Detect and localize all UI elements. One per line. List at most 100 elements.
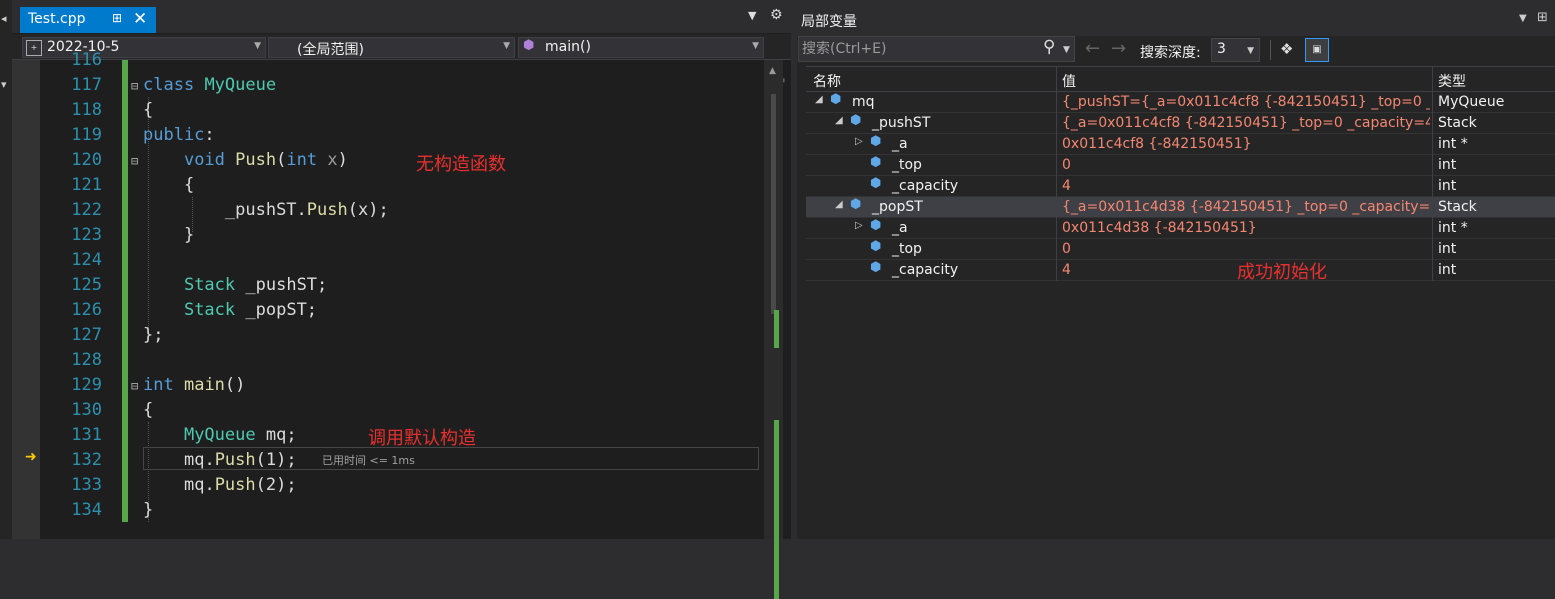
column-separator[interactable] [1432, 67, 1433, 91]
code-line-118[interactable]: { [143, 100, 153, 120]
row-value: 0 [1062, 241, 1071, 257]
line-number: 118 [71, 100, 102, 120]
locals-row[interactable]: ▷ ⬢ _a 0x011c4cf8 {-842150451} int * [806, 134, 1555, 155]
column-separator[interactable] [1056, 67, 1057, 91]
column-separator [1056, 239, 1057, 260]
line-number: 124 [71, 250, 102, 270]
scope-dropdown[interactable]: (全局范围) ▼ [268, 37, 515, 58]
locals-row[interactable]: ⬢ _top 0 int [806, 155, 1555, 176]
search-icon[interactable]: ⚲ [1043, 37, 1055, 57]
field-icon: ⬢ [850, 113, 862, 128]
line-number: 125 [71, 275, 102, 295]
project-icon: + [26, 40, 42, 56]
locals-row[interactable]: ⬢ _capacity 4 int [806, 260, 1555, 281]
code-line-132[interactable]: mq.Push(1); [143, 450, 297, 470]
column-separator [1432, 134, 1433, 155]
navigation-bar: + 2022-10-5 ▼ (全局范围) ▼ ⬢ main() ▼ ➕ [12, 34, 791, 90]
left-tool-strip: ◂ ▾ [0, 0, 12, 539]
member-variable: _pushST [224, 200, 297, 220]
fold-toggle-icon[interactable]: ⊟ [131, 379, 138, 393]
column-header-value[interactable]: 值 [1062, 71, 1076, 91]
expand-arrow-icon[interactable]: ▷ [855, 220, 863, 231]
brace: } [183, 225, 195, 245]
column-separator [1056, 134, 1057, 155]
window-menu-dropdown-icon[interactable]: ▼ [1519, 13, 1527, 24]
hex-icon: ▣ [1312, 44, 1322, 55]
locals-row[interactable]: ◢ ⬢ mq {_pushST={_a=0x011c4cf8 {-8421504… [806, 92, 1555, 113]
row-name: _pushST [872, 115, 931, 131]
glyph-margin[interactable] [12, 60, 40, 539]
row-value: {_pushST={_a=0x011c4cf8 {-842150451} _to… [1062, 94, 1430, 110]
collapse-arrow-icon[interactable]: ◢ [815, 94, 823, 105]
method-icon: ⬢ [523, 38, 535, 53]
tab-test-cpp[interactable]: Test.cpp ⊞ ✕ [20, 7, 156, 33]
code-line-126[interactable]: Stack _popST; [143, 300, 317, 320]
code-line-120[interactable]: void Push(int x) [143, 150, 348, 170]
column-separator [1056, 92, 1057, 113]
code-line-117[interactable]: class MyQueue [143, 75, 276, 95]
local-variable: mq [183, 450, 205, 470]
code-line-129[interactable]: int main() [143, 375, 245, 395]
perf-tip[interactable]: 已用时间 <= 1ms [322, 452, 415, 468]
editor-scrollbar[interactable]: ▲ [764, 60, 783, 599]
fold-toggle-icon[interactable]: ⊟ [131, 79, 138, 93]
expand-arrow-icon[interactable]: ▷ [855, 136, 863, 147]
code-line-130[interactable]: { [143, 400, 153, 420]
strip-dropdown-icon[interactable]: ▾ [1, 78, 7, 91]
line-number: 132 [71, 450, 102, 470]
row-name: _capacity [892, 178, 959, 194]
code-line-127[interactable]: }; [143, 325, 163, 345]
collapse-arrow-icon[interactable]: ◢ [835, 199, 843, 210]
forward-arrow-icon[interactable]: → [1111, 38, 1126, 59]
row-type: int [1438, 178, 1457, 194]
locals-row[interactable]: ⬢ _capacity 4 int [806, 176, 1555, 197]
search-options-dropdown-icon[interactable]: ▼ [1063, 45, 1070, 55]
code-editor: Test.cpp ⊞ ✕ ▼ ⚙ + 2022-10-5 ▼ (全局范围) ▼ … [12, 0, 791, 599]
scrollbar-thumb[interactable] [771, 94, 776, 314]
protected-field-icon: ⬢ [870, 155, 882, 170]
locals-row-selected[interactable]: ◢ ⬢ _popST {_a=0x011c4d38 {-842150451} _… [806, 197, 1555, 218]
code-line-119[interactable]: public: [143, 125, 215, 145]
member-dropdown[interactable]: ⬢ main() ▼ [518, 37, 764, 58]
scroll-up-icon[interactable]: ▲ [769, 66, 776, 76]
search-input[interactable] [802, 39, 1036, 59]
protected-field-icon: ⬢ [870, 260, 882, 275]
row-value: 0 [1062, 157, 1071, 173]
back-arrow-icon[interactable]: ← [1085, 38, 1100, 59]
locals-row[interactable]: ◢ ⬢ _pushST {_a=0x011c4cf8 {-842150451} … [806, 113, 1555, 134]
code-line-134[interactable]: } [143, 500, 153, 520]
pin-columns-icon[interactable]: ❖ [1280, 40, 1293, 58]
code-line-131[interactable]: MyQueue mq; [143, 425, 297, 445]
code-line-122[interactable]: _pushST.Push(x); [143, 200, 389, 220]
locals-search-box[interactable]: ⚲ ▼ [798, 36, 1075, 62]
search-depth-select[interactable]: 3 ▼ [1211, 38, 1260, 62]
tab-bar: Test.cpp ⊞ ✕ ▼ ⚙ [12, 0, 791, 33]
code-line-133[interactable]: mq.Push(2); [143, 475, 297, 495]
column-separator [1432, 113, 1433, 134]
code-line-125[interactable]: Stack _pushST; [143, 275, 327, 295]
locals-row[interactable]: ▷ ⬢ _a 0x011c4d38 {-842150451} int * [806, 218, 1555, 239]
column-separator [1432, 218, 1433, 239]
fold-toggle-icon[interactable]: ⊟ [131, 154, 138, 168]
code-line-123[interactable]: } [143, 225, 194, 245]
row-value: {_a=0x011c4cf8 {-842150451} _top=0 _capa… [1062, 115, 1430, 131]
pin-icon[interactable]: ⊞ [112, 11, 122, 25]
punctuation: . [296, 200, 307, 220]
locals-row[interactable]: ⬢ _top 0 int [806, 239, 1555, 260]
pin-icon[interactable]: ⊞ [1537, 10, 1548, 25]
code-line-121[interactable]: { [143, 175, 194, 195]
hex-display-button[interactable]: ▣ [1305, 38, 1329, 62]
column-header-type[interactable]: 类型 [1438, 71, 1466, 91]
column-separator [1056, 260, 1057, 281]
row-name: _top [892, 157, 922, 173]
type-name: Stack [183, 300, 236, 320]
gear-icon[interactable]: ⚙ [770, 7, 783, 23]
column-header-name[interactable]: 名称 [813, 71, 841, 91]
close-icon[interactable]: ✕ [133, 9, 147, 29]
punctuation: . [204, 450, 215, 470]
row-name: mq [852, 94, 875, 110]
column-separator [1056, 197, 1057, 218]
row-name: _a [892, 220, 908, 236]
tab-list-dropdown-icon[interactable]: ▼ [748, 9, 756, 22]
collapse-arrow-icon[interactable]: ◢ [835, 115, 843, 126]
